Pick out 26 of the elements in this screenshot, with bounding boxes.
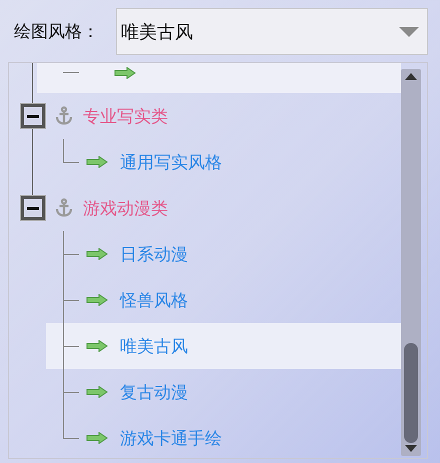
collapse-toggle[interactable] [21,104,45,128]
arrow-icon [86,156,108,168]
anchor-icon [54,106,74,126]
tree-item[interactable]: 游戏卡通手绘 [9,415,401,458]
collapse-toggle[interactable] [21,196,45,220]
category-label[interactable]: 专业写实类 [83,104,168,128]
arrow-icon [86,248,108,260]
field-label: 绘图风格： [13,21,100,43]
tree-item[interactable]: 怪兽风格 [9,277,401,323]
arrow-icon [86,340,108,352]
tree-item[interactable]: 唯美古风 [46,323,401,369]
caret-icon [399,26,419,36]
style-dropdown[interactable]: 唯美古风 [116,8,428,55]
anchor-icon [54,198,74,218]
tree-item[interactable]: 通用写实风格 [9,139,401,185]
tree-item[interactable]: 日系动漫 [9,231,401,277]
arrow-icon [86,432,108,444]
scroll-thumb[interactable] [404,343,418,443]
arrow-icon [114,67,136,79]
tree-item[interactable]: 复古动漫 [9,369,401,415]
scroll-up-icon[interactable] [405,73,417,80]
category-label[interactable]: 游戏动漫类 [83,196,168,220]
arrow-icon [86,294,108,306]
scroll-down-icon[interactable] [405,445,417,452]
scrollbar[interactable] [401,69,421,456]
arrow-icon [86,386,108,398]
